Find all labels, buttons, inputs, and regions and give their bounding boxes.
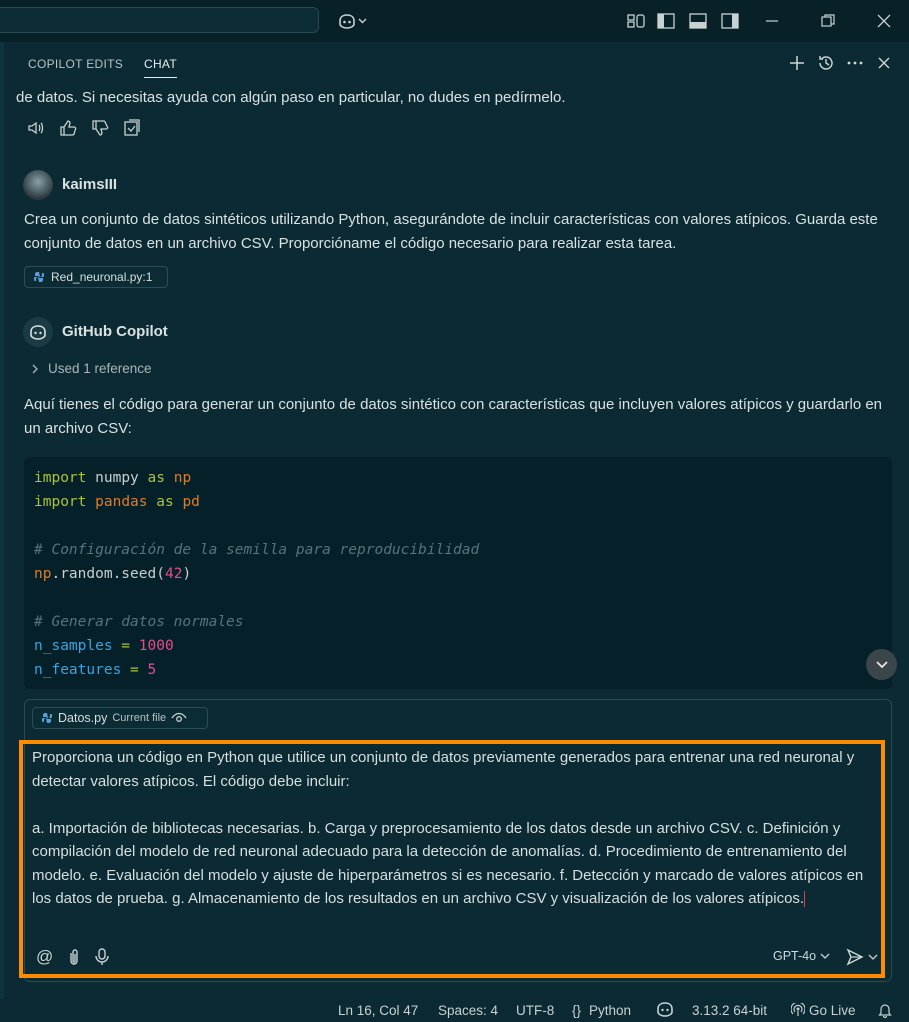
toggle-panel-icon[interactable] xyxy=(686,9,710,33)
assistant-intro-text: Aquí tienes el código para generar un co… xyxy=(24,396,883,437)
code-line: import pandas as pd xyxy=(34,494,200,510)
current-file-chip[interactable]: Datos.py Current file xyxy=(32,707,208,729)
input-toolbar: @ xyxy=(36,947,109,967)
code-block[interactable]: import numpy as np import pandas as pd #… xyxy=(24,457,892,689)
reference-chip-label: Red_neuronal.py:1 xyxy=(51,270,153,284)
model-picker[interactable]: GPT-4o xyxy=(773,949,830,963)
title-bar xyxy=(0,0,909,42)
chevron-right-icon xyxy=(30,364,40,374)
text-caret xyxy=(804,891,806,908)
code-line: import numpy as np xyxy=(34,470,192,486)
assistant-name: GitHub Copilot xyxy=(62,323,168,340)
attach-icon[interactable] xyxy=(67,948,81,966)
used-references-label: Used 1 reference xyxy=(48,361,152,376)
tab-chat[interactable]: CHAT xyxy=(144,57,177,78)
user-name: kaimsIII xyxy=(62,176,118,193)
previous-response-text: de datos. Si necesitas ayuda con algún p… xyxy=(16,89,566,106)
broadcast-icon xyxy=(791,1003,805,1017)
code-comment: # Generar datos normales xyxy=(34,614,244,630)
cursor-position[interactable]: Ln 16, Col 47 xyxy=(338,1003,418,1018)
chat-input-field[interactable]: Proporciona un código en Python que util… xyxy=(32,746,866,911)
indentation[interactable]: Spaces: 4 xyxy=(438,1003,498,1018)
chevron-down-icon xyxy=(875,660,888,668)
microphone-icon[interactable] xyxy=(95,948,109,966)
code-line: n_features = 5 xyxy=(34,662,157,678)
read-aloud-icon[interactable] xyxy=(26,118,46,138)
code-line: np.random.seed(42) xyxy=(34,566,192,582)
user-avatar xyxy=(23,170,53,200)
notifications-icon[interactable] xyxy=(878,1003,892,1018)
close-panel-icon[interactable] xyxy=(873,52,895,74)
encoding[interactable]: UTF-8 xyxy=(516,1003,554,1018)
language-mode[interactable]: {} Python xyxy=(572,1003,631,1018)
chat-panel-header xyxy=(4,42,909,86)
copilot-avatar xyxy=(23,317,53,347)
user-message-text: Crea un conjunto de datos sintéticos uti… xyxy=(24,211,878,252)
code-comment: # Configuración de la semilla para repro… xyxy=(34,542,480,558)
more-icon[interactable] xyxy=(844,52,866,74)
restore-icon[interactable] xyxy=(816,9,840,33)
mention-icon[interactable]: @ xyxy=(36,947,53,967)
chevron-down-icon[interactable] xyxy=(868,954,878,961)
used-references-toggle[interactable]: Used 1 reference xyxy=(30,361,152,376)
send-icon xyxy=(846,948,864,966)
status-bar: Ln 16, Col 47 Spaces: 4 UTF-8 {} Python 3… xyxy=(0,999,909,1022)
close-icon[interactable] xyxy=(872,9,896,33)
activity-edge xyxy=(0,42,4,1002)
command-center[interactable] xyxy=(0,7,319,33)
scroll-down-button[interactable] xyxy=(866,649,897,680)
python-file-icon xyxy=(41,712,53,724)
tab-copilot-edits[interactable]: COPILOT EDITS xyxy=(28,57,123,71)
layout-icon[interactable] xyxy=(624,9,648,33)
copilot-icon xyxy=(339,14,367,29)
code-line: n_samples = 1000 xyxy=(34,638,174,654)
thumbs-up-icon[interactable] xyxy=(58,118,78,138)
thumbs-down-icon[interactable] xyxy=(90,118,110,138)
copilot-menu-button[interactable] xyxy=(334,9,370,33)
send-button[interactable] xyxy=(846,948,878,966)
insert-into-editor-icon[interactable] xyxy=(122,118,142,138)
go-live-button[interactable]: Go Live xyxy=(791,1003,856,1018)
current-file-note: Current file xyxy=(112,712,167,724)
current-file-name: Datos.py xyxy=(58,711,108,725)
new-chat-icon[interactable] xyxy=(786,52,808,74)
minimize-icon[interactable] xyxy=(760,9,784,33)
python-file-icon xyxy=(33,271,45,283)
eye-icon[interactable] xyxy=(171,712,187,724)
reference-chip[interactable]: Red_neuronal.py:1 xyxy=(24,266,168,288)
chevron-down-icon xyxy=(820,953,830,960)
response-actions xyxy=(26,118,142,138)
model-label: GPT-4o xyxy=(773,949,817,963)
history-icon[interactable] xyxy=(815,52,837,74)
braces-icon: {} xyxy=(572,1003,582,1018)
copilot-status-icon[interactable] xyxy=(656,1001,674,1017)
toggle-sidebar-icon[interactable] xyxy=(654,9,678,33)
copilot-icon xyxy=(30,325,46,340)
toggle-secondary-sidebar-icon[interactable] xyxy=(718,9,742,33)
python-interpreter[interactable]: 3.13.2 64-bit xyxy=(692,1003,767,1018)
